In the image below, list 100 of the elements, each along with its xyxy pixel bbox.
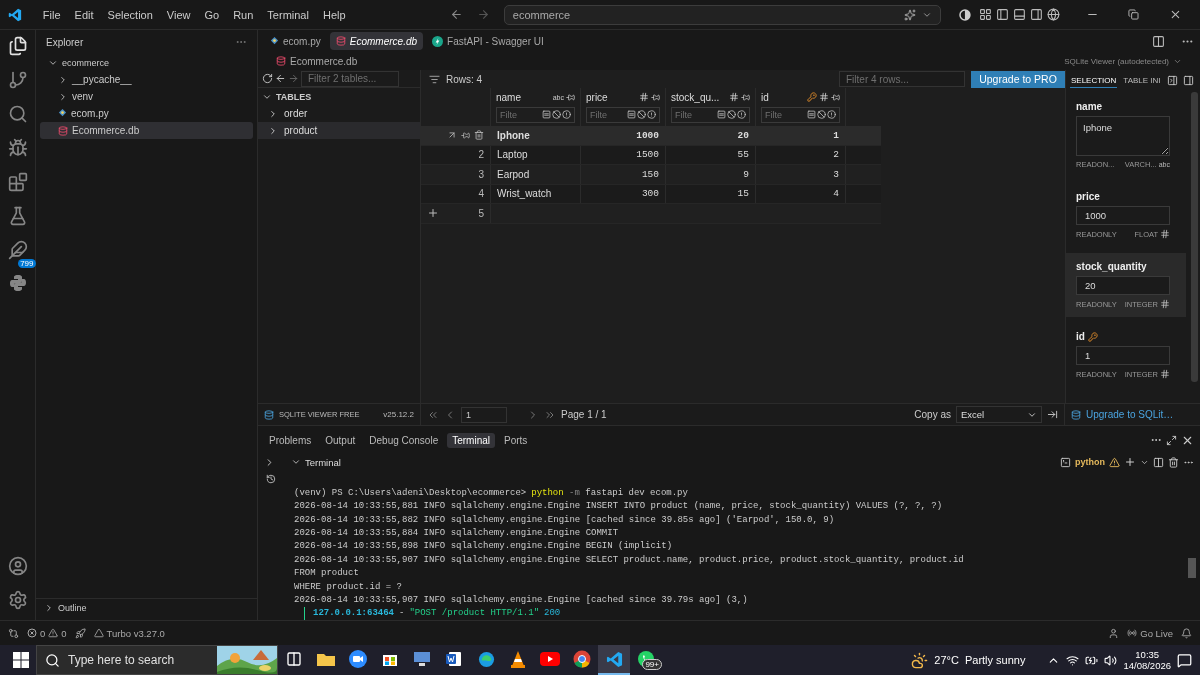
table-cell: 2 bbox=[756, 145, 846, 164]
tree-item[interactable]: __pycache__ bbox=[40, 71, 253, 88]
panel-tab[interactable]: SELECTION bbox=[1070, 73, 1118, 88]
terminal-line: 2026-08-14 10:33:55,881 INFO sqlalchemy.engine.Engine INSERT INTO product (name, price, stock_quantity) VALUES (?, ?, ?) bbox=[294, 500, 944, 513]
panel-tab[interactable]: Ports bbox=[499, 432, 533, 448]
menu-item[interactable]: Go bbox=[199, 6, 225, 23]
editor-tab[interactable]: FastAPI - Swagger UI bbox=[426, 32, 550, 50]
table-row[interactable]: 4 Wrist_watch 300 15 4 bbox=[421, 184, 881, 204]
back-icon[interactable] bbox=[275, 73, 286, 84]
taskbar-app[interactable]: 99+ bbox=[630, 645, 662, 675]
table-cell: Laptop bbox=[491, 145, 581, 164]
clock[interactable]: 10:35 14/08/2026 bbox=[1123, 648, 1171, 672]
taskbar-search-field[interactable]: Type here to search bbox=[36, 645, 278, 675]
menu-item[interactable]: Edit bbox=[69, 6, 99, 23]
tree-item[interactable]: ecom.py bbox=[40, 105, 253, 122]
upgrade-button[interactable]: Upgrade to PRO bbox=[971, 70, 1065, 88]
terminal-profile[interactable]: python bbox=[1075, 457, 1105, 467]
alert-icon bbox=[737, 110, 746, 119]
go-live-button[interactable]: Go Live bbox=[1127, 627, 1173, 639]
browser-icon bbox=[477, 650, 495, 668]
panel-right-icon[interactable] bbox=[1029, 8, 1043, 21]
tree-item[interactable]: venv bbox=[40, 88, 253, 105]
account-icon[interactable] bbox=[1108, 627, 1120, 639]
warning-icon bbox=[48, 628, 59, 638]
split-editor-icon[interactable] bbox=[1152, 34, 1165, 48]
menu-item[interactable]: Run bbox=[228, 6, 259, 23]
editor-tab[interactable]: ecom.py bbox=[264, 32, 327, 50]
pin-icon[interactable] bbox=[566, 92, 575, 102]
panel-icon[interactable] bbox=[1182, 75, 1194, 86]
menu-item[interactable]: Terminal bbox=[262, 6, 314, 23]
scrollbar[interactable] bbox=[1191, 92, 1198, 382]
panel-tab[interactable]: Output bbox=[320, 432, 361, 448]
tree-item[interactable]: ecommerce bbox=[40, 54, 253, 71]
back-icon[interactable] bbox=[450, 8, 463, 21]
menu-item[interactable]: Help bbox=[317, 6, 351, 23]
menu-item[interactable]: File bbox=[37, 6, 66, 23]
split-icon[interactable] bbox=[1153, 456, 1164, 468]
panel-left-icon[interactable] bbox=[995, 8, 1009, 21]
value-field[interactable]: 20 bbox=[1076, 276, 1170, 295]
table-row[interactable]: 3 Earpod 150 9 3 bbox=[421, 165, 881, 185]
problems-status[interactable]: 0 0 bbox=[27, 627, 67, 639]
panel-bottom-icon[interactable] bbox=[1012, 8, 1026, 21]
panel-tab[interactable]: Problems bbox=[264, 432, 317, 448]
turbo-status[interactable]: Turbo v3.27.0 bbox=[93, 627, 165, 639]
value-field[interactable]: Iphone bbox=[1076, 116, 1170, 156]
row-filter-field[interactable]: Filter 4 rows... bbox=[839, 71, 965, 87]
table-item[interactable]: product bbox=[258, 122, 420, 139]
notification-icon[interactable] bbox=[1181, 627, 1192, 639]
layout-icon[interactable] bbox=[979, 8, 992, 21]
breadcrumb-item[interactable]: Ecommerce.db bbox=[290, 55, 358, 67]
notifications-icon[interactable] bbox=[1177, 652, 1192, 668]
restore-icon[interactable] bbox=[1128, 9, 1140, 20]
database-icon bbox=[58, 125, 68, 136]
menu-item[interactable]: View bbox=[161, 6, 196, 23]
export-icon[interactable] bbox=[1047, 409, 1058, 420]
row-number: 3 bbox=[478, 168, 484, 180]
chevron-right-icon bbox=[44, 602, 54, 613]
wifi-icon[interactable] bbox=[1066, 653, 1080, 667]
table-cell: 1 bbox=[756, 126, 846, 145]
value-field[interactable]: 1 bbox=[1076, 346, 1170, 365]
terminal-line: (venv) PS C:\Users\adeni\Desktop\ecommerce> python -m fastapi dev ecom.py bbox=[294, 486, 689, 500]
volume-icon[interactable] bbox=[1104, 653, 1118, 667]
command-search-field[interactable]: ecommerce bbox=[503, 4, 942, 25]
pin-icon[interactable] bbox=[831, 92, 840, 102]
globe-icon[interactable] bbox=[1046, 8, 1060, 21]
code-editor-icon bbox=[605, 650, 623, 668]
value-field[interactable]: 1000 bbox=[1076, 206, 1170, 225]
upgrade-link[interactable]: Upgrade to SQLit… bbox=[1086, 409, 1174, 420]
panel-tab[interactable]: Terminal bbox=[447, 432, 495, 448]
terminal-line: 2026-08-14 10:33:55,907 INFO sqlalchemy.engine.Engine SELECT product.name, product.price, product.stock_quantity, product.id bbox=[294, 553, 964, 567]
table-cell: Earpod bbox=[491, 165, 581, 184]
table-row[interactable]: 2 Laptop 1500 55 2 bbox=[421, 145, 881, 165]
add-row-icon[interactable] bbox=[427, 207, 439, 220]
table-item[interactable]: order bbox=[258, 105, 420, 122]
pin-icon[interactable] bbox=[651, 92, 660, 102]
outline-section[interactable]: Outline bbox=[36, 598, 257, 616]
tree-item[interactable]: Ecommerce.db bbox=[40, 122, 253, 139]
table-cell: 3 bbox=[756, 165, 846, 184]
pin-icon[interactable] bbox=[461, 130, 470, 140]
scrollbar[interactable] bbox=[1188, 558, 1196, 578]
menu-item[interactable]: Selection bbox=[102, 6, 158, 23]
pin-icon[interactable] bbox=[741, 92, 750, 102]
turbo-label: Turbo v3.27.0 bbox=[106, 627, 165, 639]
open-row-icon[interactable] bbox=[447, 130, 457, 141]
delete-icon[interactable] bbox=[1168, 456, 1179, 468]
panel-tab[interactable]: Debug Console bbox=[364, 432, 444, 448]
refresh-icon[interactable] bbox=[262, 73, 273, 84]
forward-icon[interactable] bbox=[476, 8, 490, 21]
editor-tab[interactable]: Ecommerce.db bbox=[329, 32, 424, 50]
database-icon bbox=[264, 409, 274, 420]
delete-icon[interactable] bbox=[474, 130, 484, 141]
page-field[interactable]: 1 bbox=[461, 406, 507, 423]
table-filter-field[interactable]: Filter 2 tables... bbox=[301, 70, 399, 87]
tables-section[interactable]: TABLES bbox=[258, 88, 420, 105]
table-row[interactable]: Iphone 1000 20 1 bbox=[421, 126, 881, 146]
panel-tab[interactable]: TABLE INI bbox=[1122, 73, 1162, 88]
maximize-icon[interactable] bbox=[1166, 434, 1177, 446]
format-select[interactable]: Excel bbox=[956, 406, 1042, 423]
panel-icon[interactable] bbox=[1166, 75, 1178, 86]
new-terminal-icon[interactable] bbox=[1124, 456, 1136, 468]
